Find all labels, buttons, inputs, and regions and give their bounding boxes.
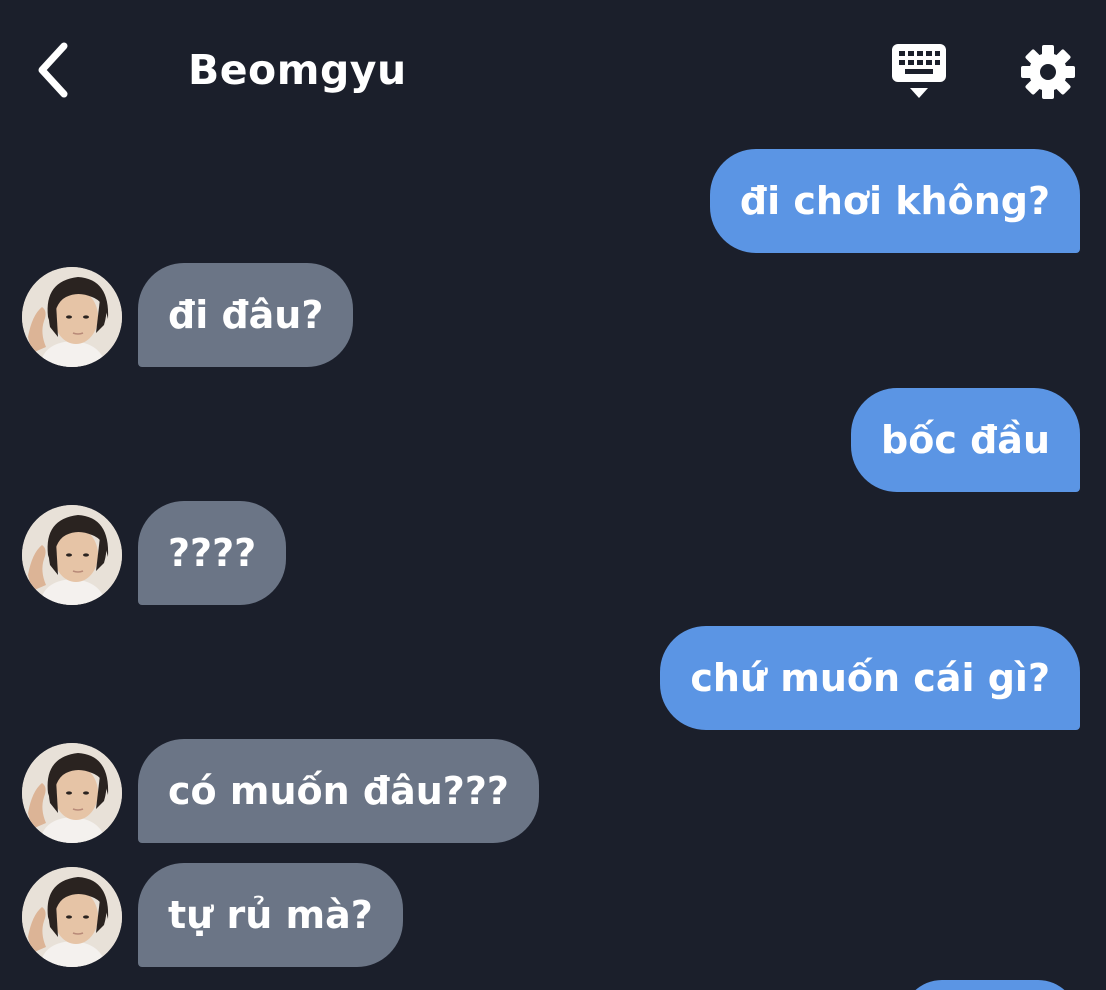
message-row: ???? <box>22 501 287 605</box>
sent-message-bubble[interactable]: bốc đầu <box>851 388 1080 492</box>
received-message-bubble[interactable]: có muốn đâu??? <box>138 739 539 843</box>
chat-screen: Beomgyu đi chơi không? đi đâu? bốc đầu ?… <box>0 0 1106 990</box>
received-message-bubble[interactable]: ???? <box>138 501 287 605</box>
message-row: đi chơi không? <box>709 149 1080 253</box>
avatar[interactable] <box>22 505 122 605</box>
back-button[interactable] <box>22 36 82 104</box>
avatar[interactable] <box>22 867 122 967</box>
received-message-bubble[interactable]: tự rủ mà? <box>138 863 403 967</box>
chevron-left-icon <box>38 42 68 98</box>
message-row: bốc đầu <box>851 388 1080 492</box>
message-row: đi đâu? <box>22 263 354 367</box>
partial-sent-message-bubble[interactable] <box>902 980 1078 990</box>
received-message-bubble[interactable]: đi đâu? <box>138 263 354 367</box>
keyboard-icon <box>892 44 946 98</box>
message-row: có muốn đâu??? <box>22 739 539 843</box>
message-row: chứ muốn cái gì? <box>660 626 1080 730</box>
sent-message-bubble[interactable]: chứ muốn cái gì? <box>660 626 1080 730</box>
sent-message-bubble[interactable]: đi chơi không? <box>709 149 1080 253</box>
message-row: tự rủ mà? <box>22 863 403 967</box>
gear-icon <box>1021 45 1075 99</box>
keyboard-button[interactable] <box>886 38 952 104</box>
avatar[interactable] <box>22 743 122 843</box>
settings-button[interactable] <box>1016 40 1080 104</box>
conversation-title: Beomgyu <box>188 46 407 94</box>
avatar[interactable] <box>22 267 122 367</box>
